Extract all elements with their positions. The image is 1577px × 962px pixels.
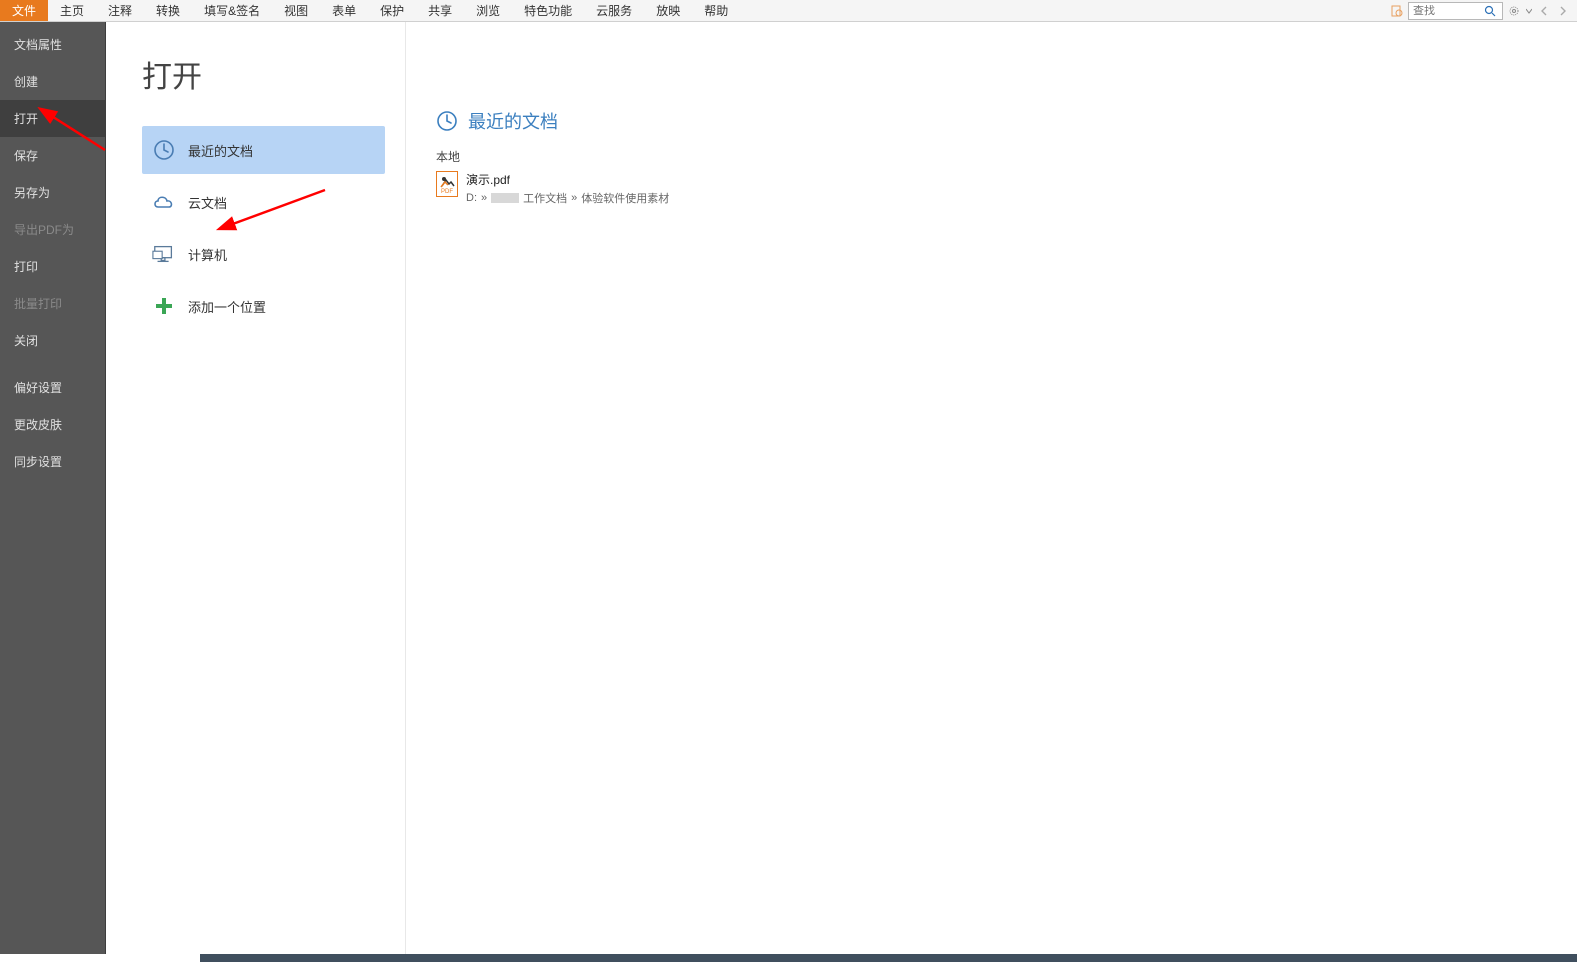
clock-icon [436,110,458,132]
menu-protect[interactable]: 保护 [368,0,416,21]
sidebar-item-label: 偏好设置 [14,381,62,395]
sidebar-item-label: 打开 [14,112,38,126]
sidebar-item-label: 保存 [14,149,38,163]
sidebar-item-docprops[interactable]: 文档属性 [0,26,105,63]
menu-convert[interactable]: 转换 [144,0,192,21]
pdf-file-icon [436,171,458,197]
redacted-segment [491,193,519,203]
menu-form[interactable]: 表单 [320,0,368,21]
sidebar-item-save[interactable]: 保存 [0,137,105,174]
location-label: 最近的文档 [188,141,253,160]
location-recent[interactable]: 最近的文档 [142,126,385,174]
sidebar-item-label: 打印 [14,260,38,274]
location-label: 计算机 [188,245,227,264]
recent-file-item[interactable]: 演示.pdf D: » 工作文档 » 体验软件使用素材 [436,169,1547,208]
location-cloud[interactable]: 云文档 [142,178,385,226]
menu-features[interactable]: 特色功能 [512,0,584,21]
status-bar [0,954,1577,962]
sidebar-item-label: 文档属性 [14,38,62,52]
open-locations-panel: 打开 最近的文档 云文档 计算机 [106,22,406,962]
menu-bar: 文件 主页 注释 转换 填写&签名 视图 表单 保护 共享 浏览 特色功能 云服… [0,0,1577,22]
sidebar-item-create[interactable]: 创建 [0,63,105,100]
search-box [1408,2,1503,20]
recent-docs-area: 最近的文档 本地 演示.pdf D: » 工作文档 » 体验软件使用素 [406,22,1577,962]
find-page-icon[interactable] [1389,3,1405,19]
sidebar-item-label: 导出PDF为 [14,223,74,237]
menu-home[interactable]: 主页 [48,0,96,21]
menu-help[interactable]: 帮助 [692,0,740,21]
sidebar-item-close[interactable]: 关闭 [0,322,105,359]
menu-comment[interactable]: 注释 [96,0,144,21]
file-sidebar: 文档属性 创建 打开 保存 另存为 导出PDF为 打印 批量打印 关闭 偏好设置… [0,22,106,962]
recent-file-name: 演示.pdf [466,171,669,188]
menu-view[interactable]: 视图 [272,0,320,21]
sidebar-item-label: 关闭 [14,334,38,348]
sidebar-item-preferences[interactable]: 偏好设置 [0,369,105,406]
nav-next-icon[interactable] [1555,3,1571,19]
menu-slideshow[interactable]: 放映 [644,0,692,21]
sidebar-item-batchprint[interactable]: 批量打印 [0,285,105,322]
sidebar-item-print[interactable]: 打印 [0,248,105,285]
sidebar-item-label: 批量打印 [14,297,62,311]
sidebar-item-open[interactable]: 打开 [0,100,105,137]
panel-title: 打开 [142,52,385,96]
sidebar-item-skin[interactable]: 更改皮肤 [0,406,105,443]
search-input[interactable] [1409,5,1481,17]
recent-heading-label: 最近的文档 [468,108,558,134]
sidebar-item-label: 同步设置 [14,455,62,469]
sidebar-item-label: 创建 [14,75,38,89]
menu-share[interactable]: 共享 [416,0,464,21]
plus-icon [152,294,176,318]
sidebar-item-saveas[interactable]: 另存为 [0,174,105,211]
location-label: 云文档 [188,193,227,212]
search-icon[interactable] [1481,3,1499,19]
sidebar-item-exportpdf[interactable]: 导出PDF为 [0,211,105,248]
cloud-icon [152,190,176,214]
nav-prev-icon[interactable] [1536,3,1552,19]
chevron-down-icon[interactable] [1525,3,1533,19]
menu-cloud[interactable]: 云服务 [584,0,644,21]
local-section-label: 本地 [436,148,1547,165]
menu-fillsign[interactable]: 填写&签名 [192,0,272,21]
sidebar-item-sync[interactable]: 同步设置 [0,443,105,480]
recent-file-path: D: » 工作文档 » 体验软件使用素材 [466,190,669,206]
menu-browse[interactable]: 浏览 [464,0,512,21]
location-label: 添加一个位置 [188,297,266,316]
location-computer[interactable]: 计算机 [142,230,385,278]
sidebar-item-label: 更改皮肤 [14,418,62,432]
recent-heading: 最近的文档 [436,108,1547,134]
sidebar-item-label: 另存为 [14,186,50,200]
clock-icon [152,138,176,162]
computer-icon [152,242,176,266]
gear-icon[interactable] [1506,3,1522,19]
menu-file[interactable]: 文件 [0,0,48,21]
location-addplace[interactable]: 添加一个位置 [142,282,385,330]
